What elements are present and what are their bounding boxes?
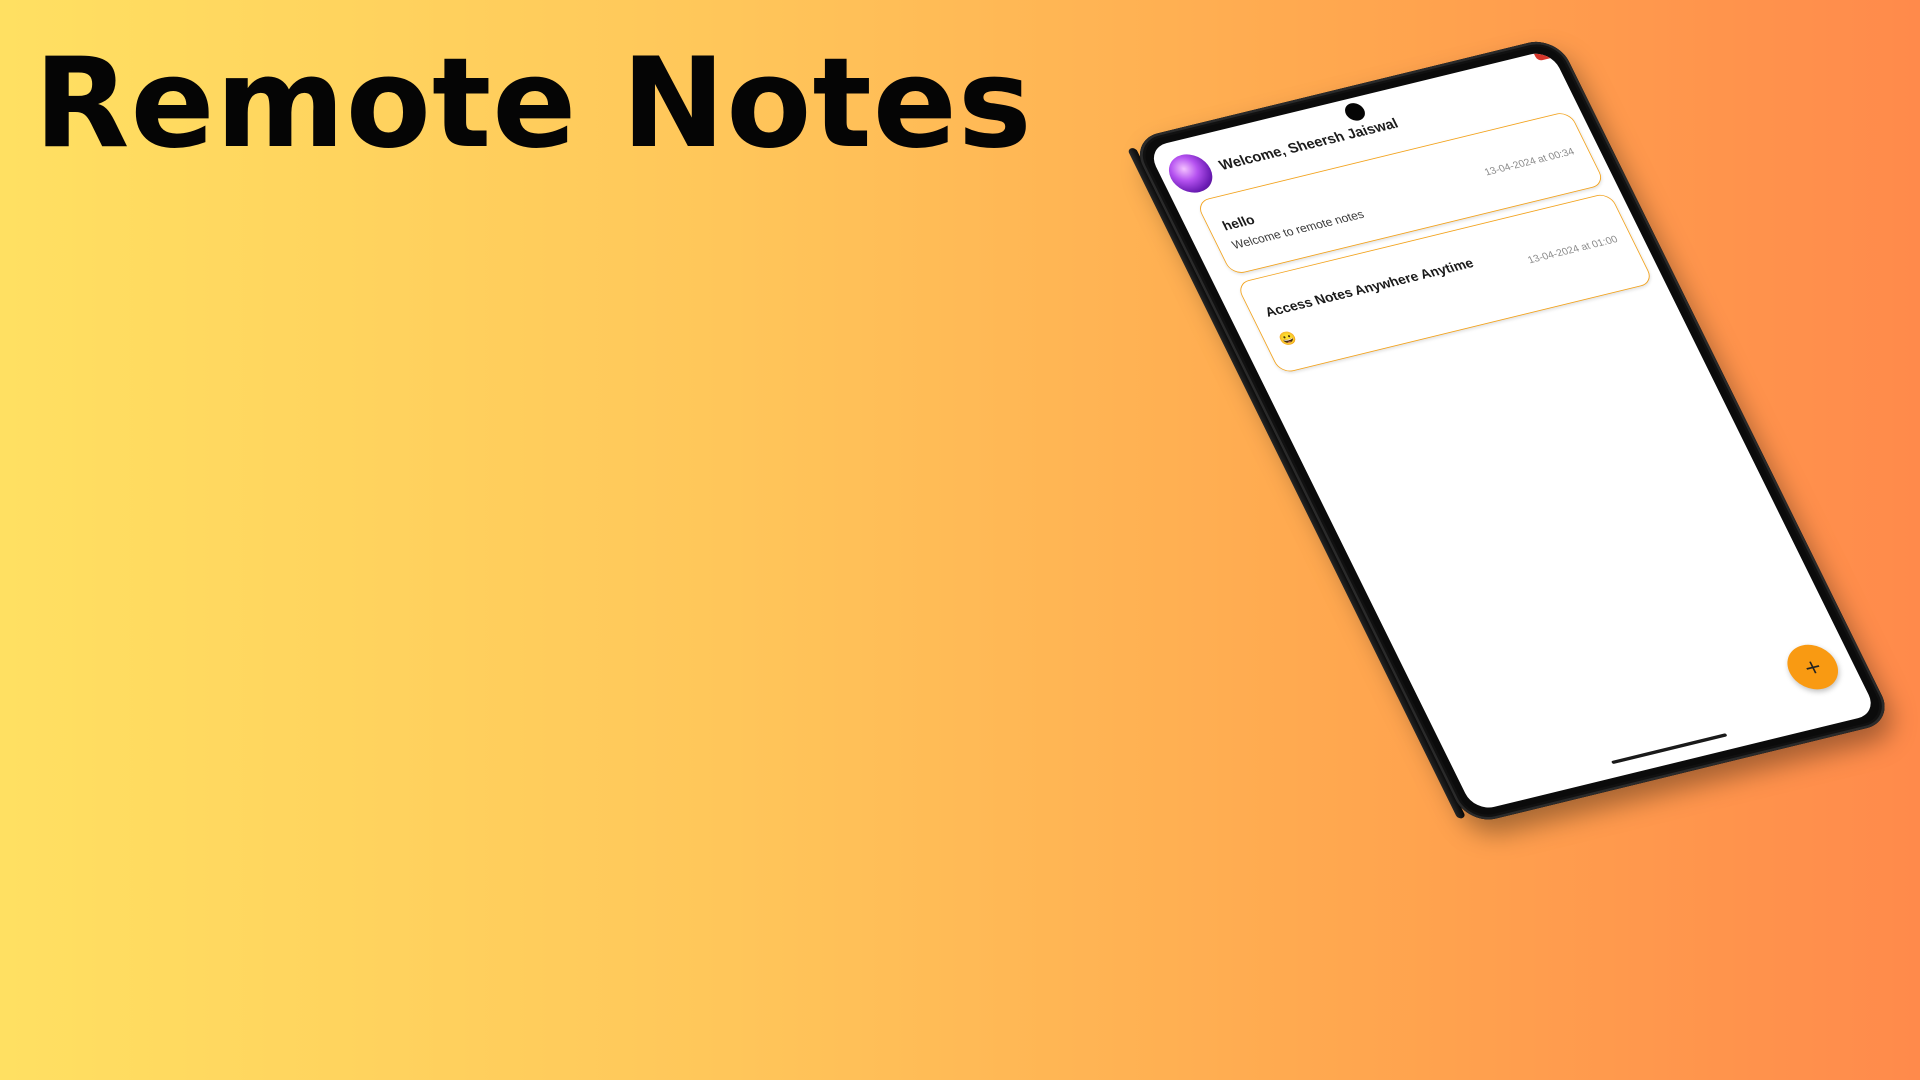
status-corner-mark [1532, 49, 1558, 62]
page-headline: Remote Notes [34, 32, 1033, 176]
phone-screen: Welcome, Sheersh Jaiswal hello Welcome t… [1146, 49, 1878, 812]
add-note-button[interactable]: + [1779, 639, 1847, 695]
plus-icon: + [1799, 654, 1827, 680]
phone-mockup: Welcome, Sheersh Jaiswal hello Welcome t… [1127, 36, 1895, 826]
user-avatar[interactable] [1161, 150, 1220, 197]
home-indicator [1611, 733, 1728, 765]
phone-body: Welcome, Sheersh Jaiswal hello Welcome t… [1130, 36, 1895, 826]
